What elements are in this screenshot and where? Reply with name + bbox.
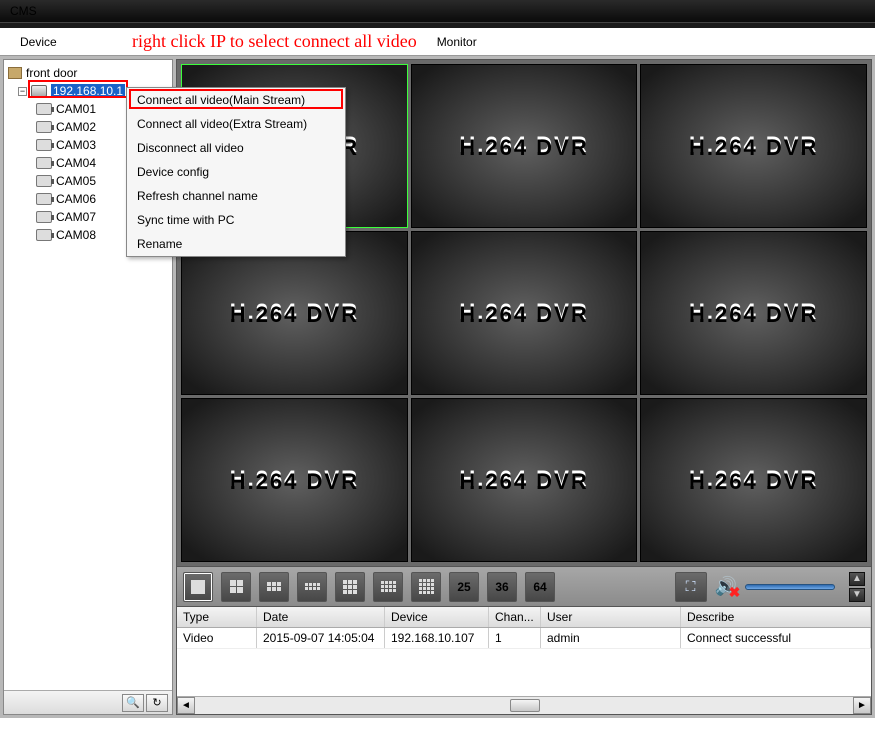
cell-channel: 1 [489, 628, 541, 648]
video-tile[interactable]: H.264 DVR [411, 231, 638, 395]
cell-date: 2015-09-07 14:05:04 [257, 628, 385, 648]
tile-label: H.264 DVR [459, 300, 588, 326]
top-nav: Device right click IP to select connect … [0, 28, 875, 56]
tab-monitor[interactable]: Monitor [437, 35, 477, 49]
col-date[interactable]: Date [257, 607, 385, 627]
context-menu: Connect all video(Main Stream)Connect al… [126, 87, 346, 257]
mute-x-icon: ✖ [729, 584, 741, 601]
tile-label: H.264 DVR [689, 467, 818, 493]
camera-label: CAM04 [56, 156, 96, 170]
col-user[interactable]: User [541, 607, 681, 627]
video-tile[interactable]: H.264 DVR [411, 398, 638, 562]
layout-64-button[interactable]: 64 [525, 572, 555, 602]
camera-icon [36, 175, 52, 187]
col-channel[interactable]: Chan... [489, 607, 541, 627]
log-scrollbar[interactable]: ◄ ► [177, 696, 871, 714]
layout-1-button[interactable] [183, 572, 213, 602]
camera-label: CAM01 [56, 102, 96, 116]
scroll-up-button[interactable]: ▲ [849, 572, 865, 586]
context-menu-item[interactable]: Rename [127, 232, 345, 256]
scroll-thumb[interactable] [510, 699, 540, 712]
sidebar-toolbar: 🔍 ↻ [4, 690, 172, 714]
folder-icon [8, 67, 22, 79]
video-tile[interactable]: H.264 DVR [181, 398, 408, 562]
fullscreen-button[interactable]: ⛶ [675, 572, 707, 602]
scroll-arrows: ▲ ▼ [849, 572, 865, 602]
video-tile[interactable]: H.264 DVR [640, 398, 867, 562]
camera-icon [36, 193, 52, 205]
volume-slider[interactable] [745, 584, 835, 590]
context-menu-item[interactable]: Refresh channel name [127, 184, 345, 208]
camera-label: CAM02 [56, 120, 96, 134]
root-label: front door [26, 66, 77, 80]
context-menu-item[interactable]: Connect all video(Main Stream) [127, 88, 345, 112]
log-panel: Type Date Device Chan... User Describe V… [177, 606, 871, 714]
camera-label: CAM07 [56, 210, 96, 224]
device-icon [31, 85, 47, 97]
tile-label: H.264 DVR [689, 300, 818, 326]
tile-label: H.264 DVR [459, 467, 588, 493]
tile-label: H.264 DVR [689, 133, 818, 159]
camera-label: CAM03 [56, 138, 96, 152]
video-tile[interactable]: H.264 DVR [640, 64, 867, 228]
camera-icon [36, 157, 52, 169]
cell-user: admin [541, 628, 681, 648]
refresh-button[interactable]: ↻ [146, 694, 168, 712]
layout-16-button[interactable] [411, 572, 441, 602]
layout-25-button[interactable]: 25 [449, 572, 479, 602]
cell-device: 192.168.10.107 [385, 628, 489, 648]
camera-icon [36, 139, 52, 151]
col-device[interactable]: Device [385, 607, 489, 627]
context-menu-item[interactable]: Device config [127, 160, 345, 184]
context-menu-item[interactable]: Disconnect all video [127, 136, 345, 160]
layout-6-button[interactable] [259, 572, 289, 602]
tab-device[interactable]: Device [20, 35, 57, 49]
search-button[interactable]: 🔍 [122, 694, 144, 712]
log-row[interactable]: Video2015-09-07 14:05:04192.168.10.1071a… [177, 628, 871, 649]
context-menu-item[interactable]: Sync time with PC [127, 208, 345, 232]
scroll-left-button[interactable]: ◄ [177, 697, 195, 714]
camera-label: CAM08 [56, 228, 96, 242]
log-header: Type Date Device Chan... User Describe [177, 607, 871, 628]
layout-9-button[interactable] [335, 572, 365, 602]
tile-label: H.264 DVR [459, 133, 588, 159]
camera-label: CAM05 [56, 174, 96, 188]
tile-label: H.264 DVR [230, 467, 359, 493]
instruction-text: right click IP to select connect all vid… [132, 31, 417, 52]
col-type[interactable]: Type [177, 607, 257, 627]
layout-36-button[interactable]: 36 [487, 572, 517, 602]
camera-icon [36, 103, 52, 115]
cell-type: Video [177, 628, 257, 648]
layout-13-button[interactable] [373, 572, 403, 602]
tree-root[interactable]: front door [6, 64, 170, 82]
scroll-down-button[interactable]: ▼ [849, 588, 865, 602]
camera-icon [36, 229, 52, 241]
camera-label: CAM06 [56, 192, 96, 206]
collapse-icon[interactable]: − [18, 87, 27, 96]
cell-describe: Connect successful [681, 628, 871, 648]
video-tile[interactable]: H.264 DVR [411, 64, 638, 228]
tile-label: H.264 DVR [230, 300, 359, 326]
camera-icon [36, 121, 52, 133]
context-menu-item[interactable]: Connect all video(Extra Stream) [127, 112, 345, 136]
layout-4-button[interactable] [221, 572, 251, 602]
layout-8-button[interactable] [297, 572, 327, 602]
volume-mute-icon[interactable]: 🔊✖ [715, 576, 737, 597]
app-title: CMS [10, 4, 37, 18]
camera-icon [36, 211, 52, 223]
title-bar: CMS [0, 0, 875, 22]
scroll-right-button[interactable]: ► [853, 697, 871, 714]
col-describe[interactable]: Describe [681, 607, 871, 627]
device-ip[interactable]: 192.168.10.1 [51, 84, 125, 98]
control-bar: 25 36 64 ⛶ 🔊✖ ▲ ▼ [177, 566, 871, 606]
video-tile[interactable]: H.264 DVR [640, 231, 867, 395]
